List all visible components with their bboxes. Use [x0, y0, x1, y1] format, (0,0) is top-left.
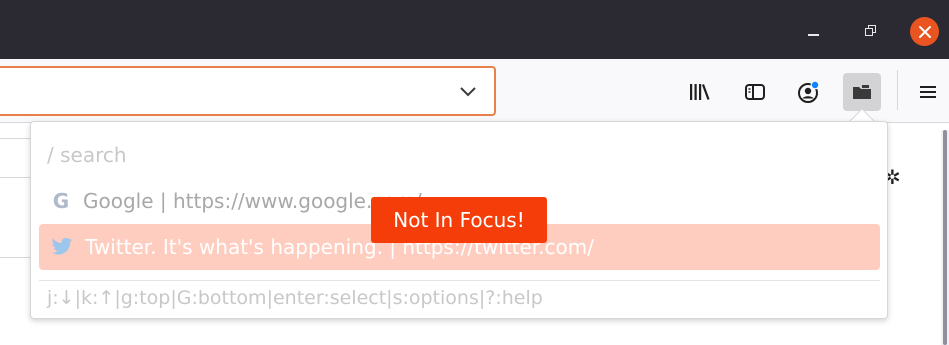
extension-icon: [853, 85, 871, 99]
toolbar-separator: [897, 70, 898, 110]
close-icon: [918, 25, 931, 38]
scrollbar-thumb[interactable]: [943, 130, 947, 345]
sidebar-icon: [745, 84, 765, 100]
twitter-icon: [51, 237, 73, 255]
title-bar: [0, 0, 949, 59]
minimize-button[interactable]: [799, 17, 827, 45]
search-input[interactable]: / search: [47, 143, 127, 167]
close-button[interactable]: [910, 17, 939, 46]
library-icon: [690, 84, 710, 100]
url-bar[interactable]: [0, 66, 496, 116]
google-icon: G: [52, 189, 70, 213]
badge-label: Not In Focus!: [393, 208, 525, 232]
minimize-icon: [807, 34, 819, 36]
hamburger-menu-icon: [920, 86, 936, 98]
account-icon: [798, 80, 820, 103]
extension-button[interactable]: [843, 73, 881, 111]
open-menu-button[interactable]: [912, 76, 944, 108]
popup-divider: [39, 280, 880, 281]
not-in-focus-badge: Not In Focus!: [371, 197, 547, 243]
maximize-button[interactable]: [857, 17, 885, 45]
maximize-icon: [865, 25, 877, 37]
library-button[interactable]: [684, 76, 716, 108]
keyboard-help: j:↓|k:↑|g:top|G:bottom|enter:select|s:op…: [47, 287, 543, 309]
sidebar-button[interactable]: [739, 76, 771, 108]
chevron-down-icon[interactable]: [458, 82, 478, 100]
account-button[interactable]: [793, 76, 825, 108]
navigation-toolbar: [0, 59, 949, 123]
